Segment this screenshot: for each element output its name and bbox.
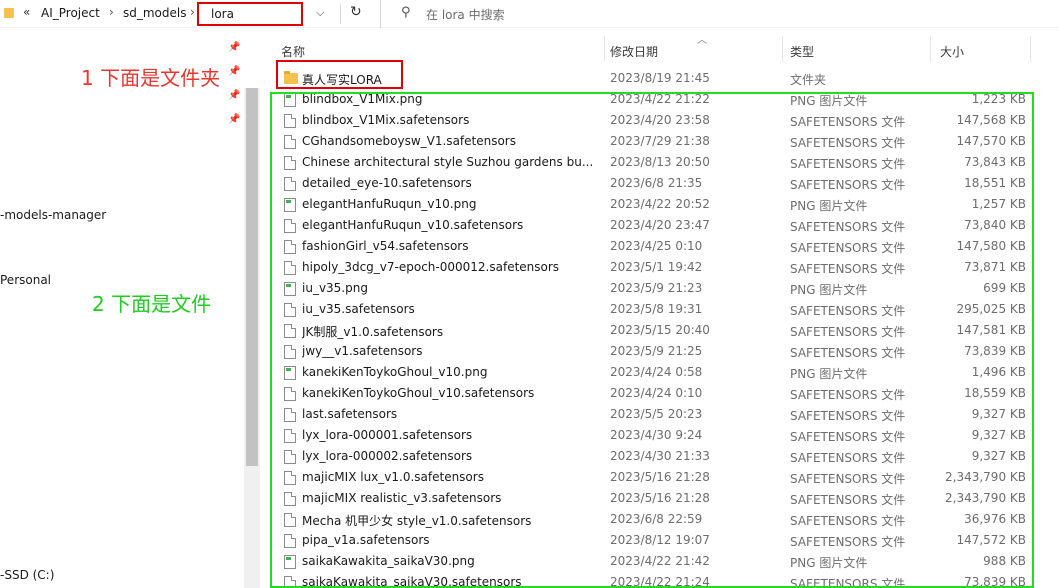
- nav-item-personal[interactable]: Personal: [0, 273, 51, 287]
- search-placeholder: 在 lora 中搜索: [426, 8, 505, 22]
- folder-icon: [4, 8, 14, 18]
- breadcrumb-overflow-button[interactable]: «: [23, 5, 30, 19]
- column-name[interactable]: 名称: [281, 43, 305, 60]
- breadcrumb-sd-models[interactable]: sd_models: [123, 6, 187, 20]
- pin-icon[interactable]: 📌: [228, 42, 240, 53]
- annotation-files: 2 下面是文件: [92, 292, 212, 316]
- files-highlight-box: [270, 92, 1034, 588]
- breadcrumb-lora[interactable]: lora: [211, 7, 234, 21]
- breadcrumb-current-highlight[interactable]: lora: [197, 2, 303, 26]
- search-icon: ⚲: [401, 5, 411, 20]
- column-divider[interactable]: [930, 36, 931, 62]
- pin-icon[interactable]: 📌: [228, 66, 240, 77]
- address-bar: « AI_Project › sd_models › lora ⌵ ↻ ⚲ 在 …: [0, 0, 1059, 28]
- breadcrumb-separator[interactable]: ›: [190, 5, 195, 19]
- column-date[interactable]: 修改日期: [610, 43, 658, 60]
- column-divider[interactable]: [604, 36, 605, 62]
- file-type: 文件夹: [790, 73, 827, 87]
- nav-item-models-manager[interactable]: -models-manager: [0, 208, 106, 222]
- file-date: 2023/8/19 21:45: [610, 71, 710, 85]
- nav-scrollbar-thumb[interactable]: [246, 88, 258, 466]
- nav-item-ssd-c[interactable]: -SSD (C:): [0, 568, 54, 582]
- chevron-down-icon[interactable]: ⌵: [316, 6, 324, 20]
- annotation-folders: 1 下面是文件夹: [81, 66, 221, 90]
- breadcrumb-separator[interactable]: ›: [109, 5, 114, 19]
- refresh-icon[interactable]: ↻: [350, 4, 362, 20]
- folder-highlight-box: [276, 60, 403, 89]
- divider: [340, 4, 341, 24]
- column-divider[interactable]: [1030, 36, 1031, 62]
- sort-ascending-icon: ︿: [697, 35, 707, 46]
- search-input[interactable]: ⚲ 在 lora 中搜索: [380, 0, 1059, 28]
- pin-icon[interactable]: 📌: [228, 114, 240, 125]
- column-size[interactable]: 大小: [940, 43, 964, 60]
- nav-scrollbar[interactable]: [244, 88, 260, 588]
- breadcrumb-ai-project[interactable]: AI_Project: [41, 6, 100, 20]
- column-type[interactable]: 类型: [790, 43, 814, 60]
- column-divider[interactable]: [782, 36, 783, 62]
- pin-icon[interactable]: 📌: [228, 90, 240, 101]
